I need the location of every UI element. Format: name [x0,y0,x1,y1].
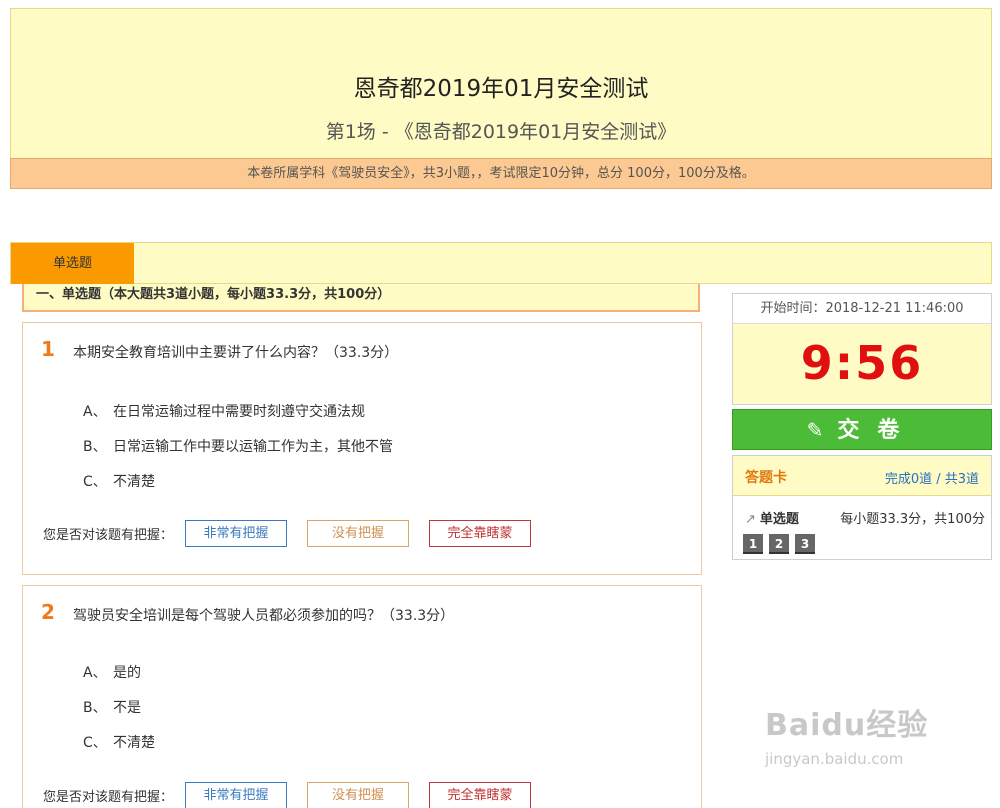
submit-label: 交卷 [837,418,918,443]
confidence-label: 您是否对该题有把握： [43,528,174,543]
question-text: 驾驶员安全培训是每个驾驶人员都必须参加的吗？（33.3分） [73,608,455,624]
answer-card-section: ↗ 单选题 每小题33.3分，共100分 [745,508,985,527]
external-link-icon: ↗ [745,512,756,527]
question-number: 1 [41,337,55,361]
question-text: 本期安全教育培训中主要讲了什么内容？（33.3分） [73,345,399,361]
question-type-tabbar: 单选题 [10,242,992,284]
option-letter: B、 [83,439,107,455]
exam-subtitle: 第1场 - 《恩奇都2019年01月安全测试》 [325,121,677,143]
question-nav: 1 2 3 [743,534,821,554]
answer-card-header: 答题卡 完成0道 / 共3道 [733,456,991,496]
answer-card: 答题卡 完成0道 / 共3道 ↗ 单选题 每小题33.3分，共100分 1 2 3 [732,455,992,560]
question-card-2: 2 驾驶员安全培训是每个驾驶人员都必须参加的吗？（33.3分） A、 是的 B、不… [22,585,702,808]
question-nav-button[interactable]: 1 [743,534,763,554]
submit-exam-button[interactable]: ✎ 交卷 [732,409,992,450]
guessing-button[interactable]: 完全靠瞎蒙 [429,520,532,547]
option-text: 在日常运输过程中需要时刻遵守交通法规 [113,404,365,420]
option-letter: A、 [83,404,107,420]
watermark-url: jingyan.baidu.com [765,750,904,768]
answer-progress: 完成0道 / 共3道 [884,472,979,487]
watermark-logo: Baidu经验 [765,708,929,743]
tab-single-choice[interactable]: 单选题 [11,243,134,284]
question-nav-button[interactable]: 3 [795,534,815,554]
option-letter: C、 [83,474,107,490]
edit-icon: ✎ [806,418,824,442]
baidu-watermark: Baidu经验 jingyan.baidu.com [765,700,928,768]
option-c[interactable]: C、 不清楚 [83,471,155,491]
option-a[interactable]: A、 在日常运输过程中需要时刻遵守交通法规 [83,401,365,421]
question-number: 2 [41,600,55,624]
option-letter: C、 [83,735,107,751]
exam-title: 恩奇都2019年01月安全测试 [353,76,649,102]
option-letter: B、 [83,700,107,716]
option-a[interactable]: A、 是的 [83,662,141,682]
not-confident-button[interactable]: 没有把握 [307,520,410,547]
section-score: 每小题33.3分，共100分 [840,512,985,527]
option-b[interactable]: B、 日常运输工作中要以运输工作为主，其他不管 [83,436,393,456]
confidence-row: 您是否对该题有把握： 非常有把握 没有把握 完全靠瞎蒙 [43,520,551,547]
option-text: 不是 [113,700,141,716]
guessing-button[interactable]: 完全靠瞎蒙 [429,782,532,808]
section-heading: 一、单选题（本大题共3道小题，每小题33.3分，共100分） [22,284,700,312]
timer-panel: 开始时间：2018-12-21 11:46:00 9:56 [732,293,992,405]
question-nav-button[interactable]: 2 [769,534,789,554]
option-c[interactable]: C、 不清楚 [83,732,155,752]
exam-info-bar: 本卷所属学科《驾驶员安全》，共3小题，，考试限定10分钟，总分 100分，100… [10,158,992,189]
countdown-timer: 9:56 [733,324,991,404]
start-time: 开始时间：2018-12-21 11:46:00 [733,294,991,324]
option-text: 日常运输工作中要以运输工作为主，其他不管 [113,439,393,455]
option-text: 不清楚 [113,735,155,751]
option-letter: A、 [83,665,107,681]
confidence-row: 您是否对该题有把握： 非常有把握 没有把握 完全靠瞎蒙 [43,782,551,808]
exam-header: 恩奇都2019年01月安全测试 第1场 - 《恩奇都2019年01月安全测试》 [10,8,992,158]
question-card-1: 1 本期安全教育培训中主要讲了什么内容？（33.3分） A、 在日常运输过程中需要… [22,322,702,575]
option-text: 是的 [113,665,141,681]
not-confident-button[interactable]: 没有把握 [307,782,410,808]
confidence-label: 您是否对该题有把握： [43,790,174,805]
option-b[interactable]: B、 不是 [83,697,141,717]
section-type-label[interactable]: 单选题 [760,512,799,527]
very-confident-button[interactable]: 非常有把握 [185,520,288,547]
answer-card-title: 答题卡 [745,470,787,486]
very-confident-button[interactable]: 非常有把握 [185,782,288,808]
option-text: 不清楚 [113,474,155,490]
